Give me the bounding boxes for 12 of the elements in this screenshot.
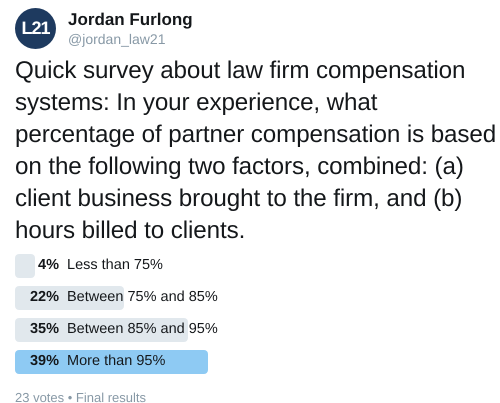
poll-percent: 39%	[28, 352, 60, 372]
avatar-text: L21	[21, 17, 50, 40]
poll-summary: 23 votes • Final results	[15, 389, 147, 403]
author-name[interactable]: Jordan Furlong	[68, 10, 193, 30]
poll-option-label: Less than 75%	[67, 256, 163, 276]
poll-percent: 22%	[28, 288, 60, 308]
tweet-text: Quick survey about law firm compensation systems: In your experience, what percentage of partner compensation is based on the following two factors, combined: (a) client business brought to the firm, and (b) hours billed to clients.	[15, 56, 497, 246]
poll-option-label: Between 85% and 95%	[67, 320, 218, 340]
poll-percent: 35%	[28, 320, 60, 340]
poll-option-label: Between 75% and 85%	[67, 288, 218, 308]
poll-option-label: More than 95%	[67, 352, 166, 372]
poll-percent: 4%	[37, 256, 60, 276]
